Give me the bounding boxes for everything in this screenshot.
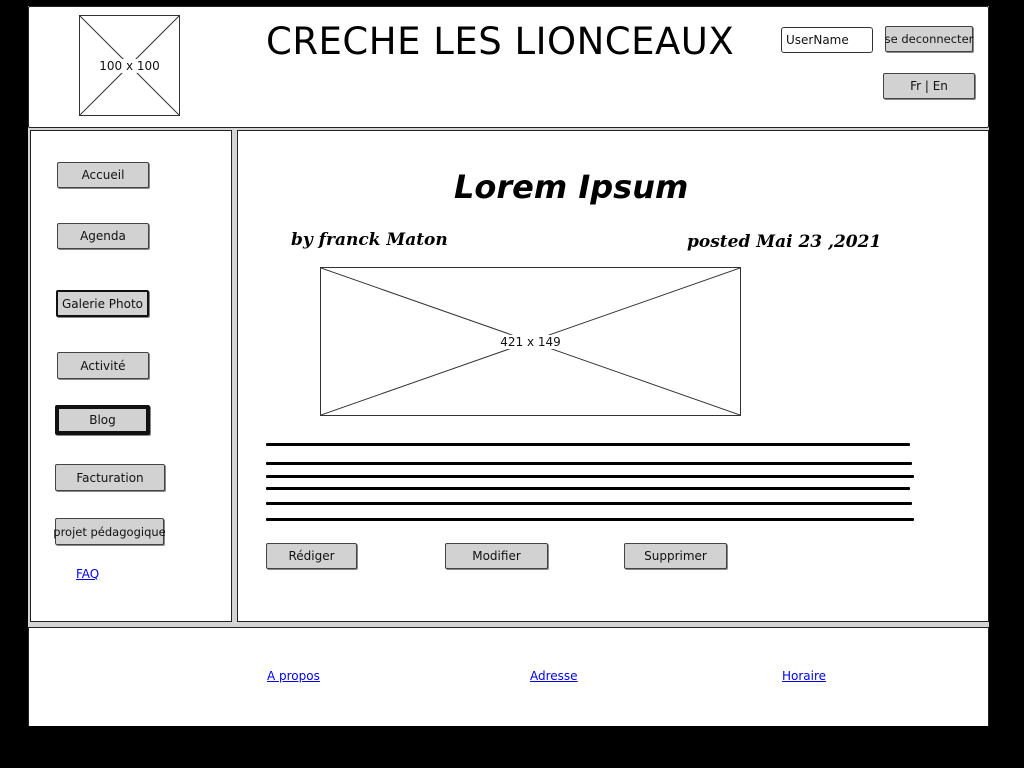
logout-button[interactable]: se deconnecter <box>885 26 973 52</box>
sidebar-item-projet-pedagogique[interactable]: projet pédagogique <box>53 518 166 545</box>
post-image-placeholder: 421 x 149 <box>320 267 741 416</box>
logo-image-placeholder: 100 x 100 <box>79 15 180 116</box>
post-text-line <box>266 462 912 465</box>
logo-placeholder-label: 100 x 100 <box>97 58 162 73</box>
post-text-line <box>266 502 912 505</box>
language-toggle-button[interactable]: Fr | En <box>883 73 975 99</box>
post-text-line <box>266 487 910 490</box>
post-title: Lorem Ipsum <box>454 168 689 206</box>
footer-link-a-propos[interactable]: A propos <box>267 669 320 683</box>
edit-button[interactable]: Modifier <box>445 543 548 569</box>
sidebar-item-blog[interactable]: Blog <box>55 405 150 435</box>
sidebar-item-galerie-photo[interactable]: Galerie Photo <box>56 290 149 317</box>
post-text-line <box>266 475 914 478</box>
username-field[interactable]: UserName <box>781 27 873 53</box>
write-button[interactable]: Rédiger <box>266 543 357 569</box>
footer <box>28 627 989 726</box>
post-author: by franck Maton <box>291 230 448 250</box>
faq-link[interactable]: FAQ <box>76 567 99 581</box>
delete-button[interactable]: Supprimer <box>624 543 727 569</box>
footer-link-horaire[interactable]: Horaire <box>782 669 826 683</box>
sidebar-item-agenda[interactable]: Agenda <box>57 223 149 249</box>
site-title: CRECHE LES LIONCEAUX <box>266 20 735 63</box>
post-text-line <box>266 518 914 521</box>
page: 100 x 100 CRECHE LES LIONCEAUX UserName … <box>28 6 989 726</box>
post-text-line <box>266 443 910 446</box>
sidebar-item-activite[interactable]: Activité <box>57 352 149 379</box>
post-date: posted Mai 23 ,2021 <box>687 232 882 252</box>
footer-link-adresse[interactable]: Adresse <box>530 669 578 683</box>
post-image-placeholder-label: 421 x 149 <box>498 334 563 349</box>
sidebar-item-facturation[interactable]: Facturation <box>55 464 165 491</box>
sidebar-item-accueil[interactable]: Accueil <box>57 162 149 188</box>
